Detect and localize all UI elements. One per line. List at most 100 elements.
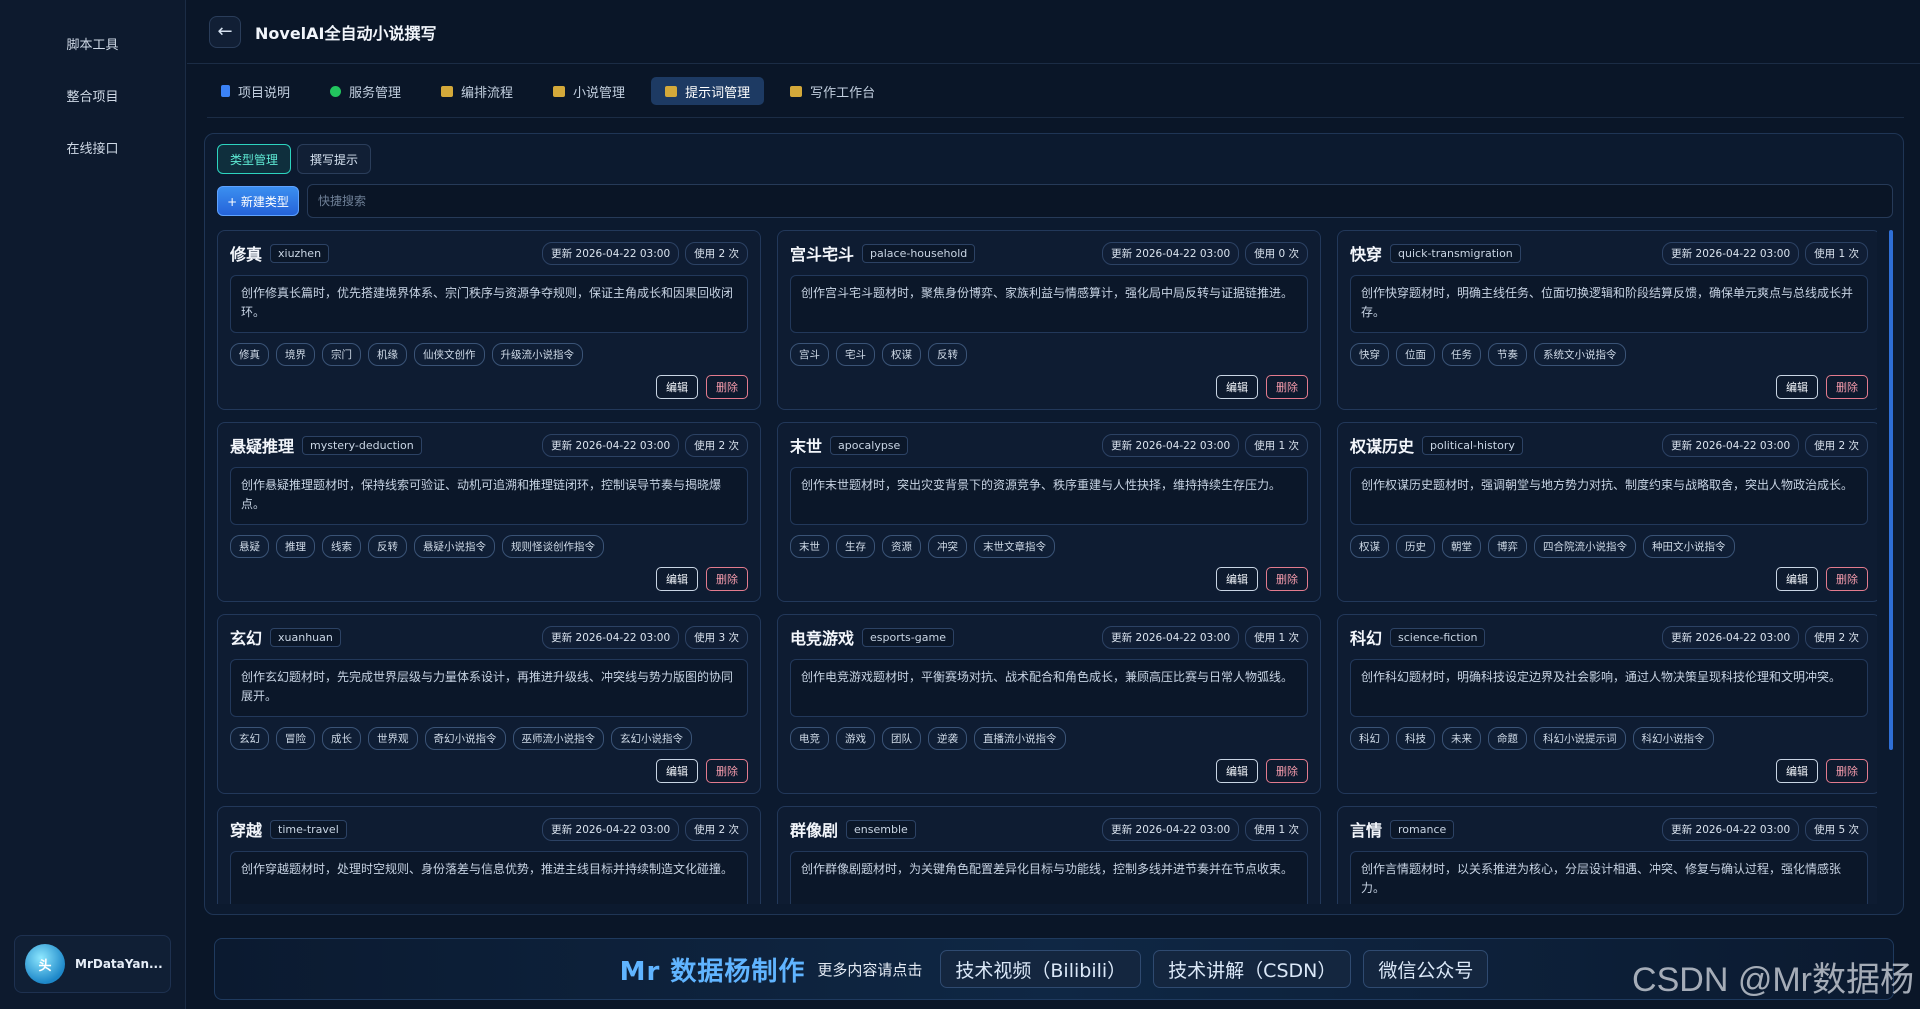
tag: 科幻小说指令 xyxy=(1632,727,1714,750)
type-slug: science-fiction xyxy=(1390,627,1486,647)
delete-button[interactable]: 删除 xyxy=(1826,375,1868,399)
tag: 成长 xyxy=(322,727,361,750)
tab-orchestration[interactable]: 编排流程 xyxy=(427,77,527,105)
edit-button[interactable]: 编辑 xyxy=(1776,375,1818,399)
csdn-link-button[interactable]: 技术讲解（CSDN） xyxy=(1153,950,1352,988)
type-name: 悬疑推理 xyxy=(230,437,295,456)
delete-button[interactable]: 删除 xyxy=(1826,759,1868,783)
tag: 悬疑小说指令 xyxy=(414,535,495,558)
type-slug: mystery-deduction xyxy=(302,435,422,455)
type-description: 创作快穿题材时，明确主线任务、位面切换逻辑和阶段结算反馈，确保单元爽点与总线成长… xyxy=(1350,275,1868,333)
folder-icon xyxy=(790,85,803,97)
usage-badge: 使用 1 次 xyxy=(1245,433,1308,457)
edit-button[interactable]: 编辑 xyxy=(1776,759,1818,783)
tag: 生存 xyxy=(836,535,875,558)
tab-novel-management[interactable]: 小说管理 xyxy=(539,77,639,105)
delete-button[interactable]: 删除 xyxy=(706,759,748,783)
subtab-writing-prompts[interactable]: 撰写提示 xyxy=(297,144,372,174)
tab-label: 编排流程 xyxy=(461,85,514,101)
tag: 末世 xyxy=(790,535,829,558)
app-header: ← NovelAI全自动小说撰写 xyxy=(187,0,1920,64)
wechat-link-button[interactable]: 微信公众号 xyxy=(1363,950,1489,988)
type-card-esports-game: 电竞游戏 esports-game 更新 2026-04-22 03:00 使用… xyxy=(777,614,1321,794)
type-description: 创作群像剧题材时，为关键角色配置差异化目标与功能线，控制多线并进节奏并在节点收束… xyxy=(790,851,1308,904)
type-name: 科幻 xyxy=(1350,629,1383,648)
delete-button[interactable]: 删除 xyxy=(1266,567,1308,591)
type-name: 穿越 xyxy=(230,821,263,840)
tab-project-intro[interactable]: 项目说明 xyxy=(207,77,304,105)
tag: 命题 xyxy=(1488,727,1527,750)
type-description: 创作玄幻题材时，先完成世界层级与力量体系设计，再推进升级线、冲突线与势力版图的协… xyxy=(230,659,748,717)
edit-button[interactable]: 编辑 xyxy=(1216,567,1258,591)
updated-badge: 更新 2026-04-22 03:00 xyxy=(542,817,680,841)
tag: 冒险 xyxy=(276,727,315,750)
tag-list: 修真 境界 宗门 机缘 仙侠文创作 升级流小说指令 xyxy=(230,343,748,366)
folder-icon xyxy=(553,85,566,97)
edit-button[interactable]: 编辑 xyxy=(656,375,698,399)
type-card-science-fiction: 科幻 science-fiction 更新 2026-04-22 03:00 使… xyxy=(1337,614,1877,794)
edit-button[interactable]: 编辑 xyxy=(656,759,698,783)
tag-list: 玄幻 冒险 成长 世界观 奇幻小说指令 巫师流小说指令 玄幻小说指令 xyxy=(230,727,748,750)
type-name: 电竞游戏 xyxy=(790,629,855,648)
tab-label: 服务管理 xyxy=(349,85,402,101)
tag-list: 末世 生存 资源 冲突 末世文章指令 xyxy=(790,535,1308,558)
type-card-ensemble: 群像剧 ensemble 更新 2026-04-22 03:00 使用 1 次 … xyxy=(777,806,1321,904)
tag: 境界 xyxy=(276,343,315,366)
tag: 玄幻 xyxy=(230,727,269,750)
updated-badge: 更新 2026-04-22 03:00 xyxy=(542,241,680,265)
subtab-type-management[interactable]: 类型管理 xyxy=(217,144,292,174)
tag: 悬疑 xyxy=(230,535,269,558)
type-description: 创作悬疑推理题材时，保持线索可验证、动机可追溯和推理链闭环，控制误导节奏与揭晓爆… xyxy=(230,467,748,525)
tag: 规则怪谈创作指令 xyxy=(502,535,604,558)
scrollbar[interactable] xyxy=(1889,230,1893,750)
sidebar-nav: 脚本工具 整合项目 在线接口 xyxy=(0,20,185,176)
more-content-text: 更多内容请点击 xyxy=(817,960,923,979)
type-description: 创作穿越题材时，处理时空规则、身份落差与信息优势，推进主线目标并持续制造文化碰撞… xyxy=(230,851,748,904)
user-profile[interactable]: 头 MrDataYan... xyxy=(14,935,171,993)
status-dot-icon xyxy=(330,85,342,97)
tab-writing-workbench[interactable]: 写作工作台 xyxy=(776,77,889,105)
usage-badge: 使用 1 次 xyxy=(1245,817,1308,841)
sidebar-item-script-tools[interactable]: 脚本工具 xyxy=(0,20,185,72)
updated-badge: 更新 2026-04-22 03:00 xyxy=(1662,817,1800,841)
edit-button[interactable]: 编辑 xyxy=(1776,567,1818,591)
edit-button[interactable]: 编辑 xyxy=(656,567,698,591)
sidebar-item-integration[interactable]: 整合项目 xyxy=(0,72,185,124)
tag: 博弈 xyxy=(1488,535,1527,558)
sidebar: 脚本工具 整合项目 在线接口 头 MrDataYan... xyxy=(0,0,186,1009)
type-name: 言情 xyxy=(1350,821,1383,840)
type-description: 创作言情题材时，以关系推进为核心，分层设计相遇、冲突、修复与确认过程，强化情感张… xyxy=(1350,851,1868,904)
usage-badge: 使用 2 次 xyxy=(1805,433,1868,457)
tag: 电竞 xyxy=(790,727,829,750)
tag: 资源 xyxy=(882,535,921,558)
new-type-button[interactable]: + 新建类型 xyxy=(217,186,299,216)
type-slug: political-history xyxy=(1422,435,1523,455)
updated-badge: 更新 2026-04-22 03:00 xyxy=(1102,241,1240,265)
tag-list: 悬疑 推理 线索 反转 悬疑小说指令 规则怪谈创作指令 xyxy=(230,535,748,558)
sidebar-item-online-api[interactable]: 在线接口 xyxy=(0,124,185,176)
delete-button[interactable]: 删除 xyxy=(1266,375,1308,399)
back-button[interactable]: ← xyxy=(209,15,241,48)
edit-button[interactable]: 编辑 xyxy=(1216,759,1258,783)
delete-button[interactable]: 删除 xyxy=(706,567,748,591)
tab-service-management[interactable]: 服务管理 xyxy=(316,77,415,105)
delete-button[interactable]: 删除 xyxy=(1826,567,1868,591)
edit-button[interactable]: 编辑 xyxy=(1216,375,1258,399)
search-input[interactable] xyxy=(307,184,1893,218)
user-name: MrDataYan... xyxy=(75,957,163,971)
tab-prompt-management[interactable]: 提示词管理 xyxy=(651,77,765,105)
usage-badge: 使用 5 次 xyxy=(1805,817,1868,841)
delete-button[interactable]: 删除 xyxy=(706,375,748,399)
tag: 游戏 xyxy=(836,727,875,750)
delete-button[interactable]: 删除 xyxy=(1266,759,1308,783)
page-title: NovelAI全自动小说撰写 xyxy=(255,23,437,43)
type-card-grid: 修真 xiuzhen 更新 2026-04-22 03:00 使用 2 次 创作… xyxy=(217,230,1877,904)
tag-list: 权谋 历史 朝堂 博弈 四合院流小说指令 种田文小说指令 xyxy=(1350,535,1868,558)
type-card-xiuzhen: 修真 xiuzhen 更新 2026-04-22 03:00 使用 2 次 创作… xyxy=(217,230,761,410)
bilibili-link-button[interactable]: 技术视频（Bilibili） xyxy=(940,950,1142,988)
tag: 宗门 xyxy=(322,343,361,366)
tag: 任务 xyxy=(1442,343,1481,366)
type-name: 宫斗宅斗 xyxy=(790,245,855,264)
type-slug: quick-transmigration xyxy=(1390,243,1521,263)
type-description: 创作权谋历史题材时，强调朝堂与地方势力对抗、制度约束与战略取舍，突出人物政治成长… xyxy=(1350,467,1868,525)
